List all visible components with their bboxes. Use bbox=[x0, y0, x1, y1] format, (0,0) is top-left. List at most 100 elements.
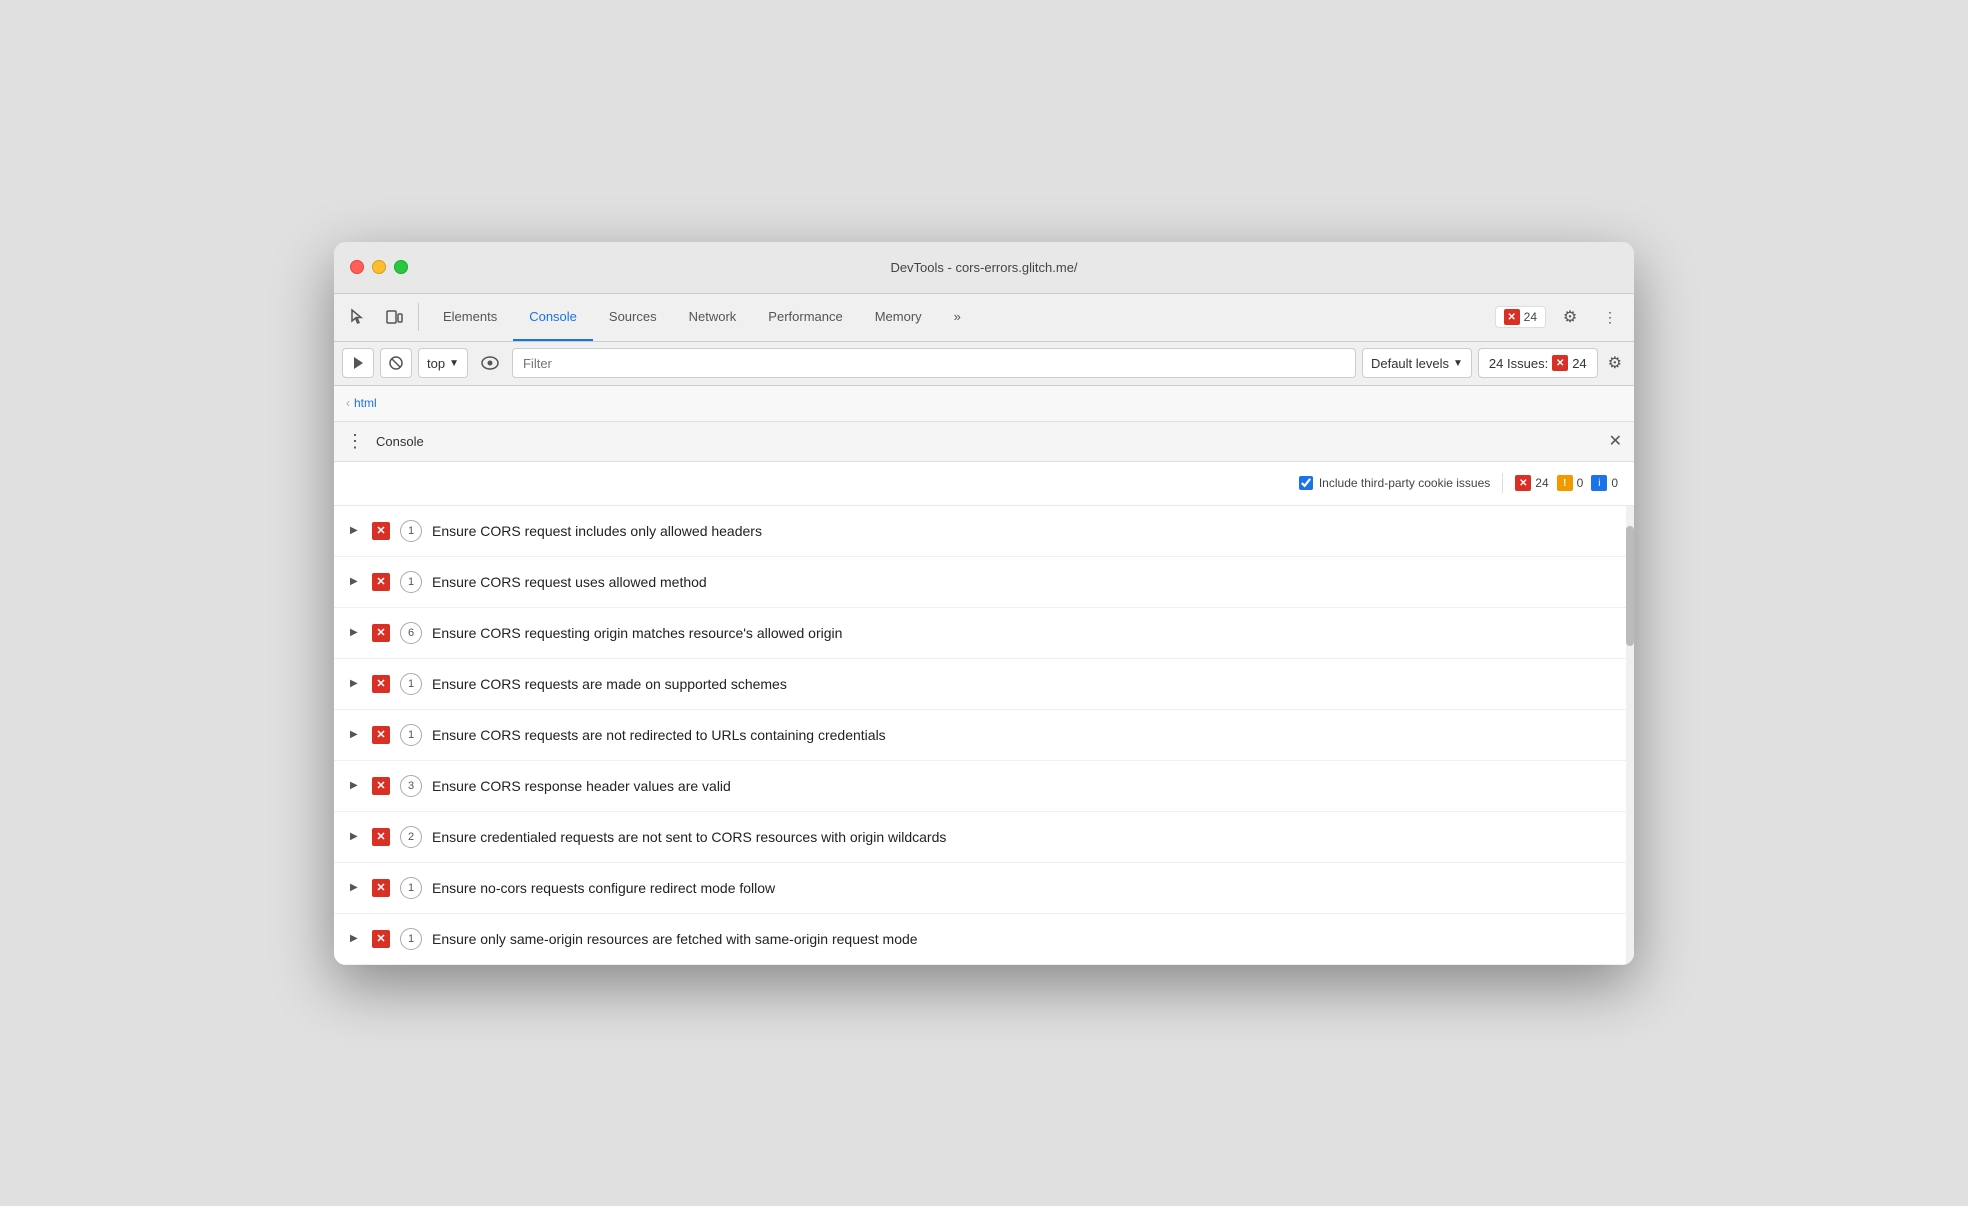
issue-row[interactable]: ▶ ✕ 6 Ensure CORS requesting origin matc… bbox=[334, 608, 1634, 659]
dropdown-arrow-icon: ▼ bbox=[449, 358, 459, 369]
levels-dropdown-arrow-icon: ▼ bbox=[1453, 358, 1463, 369]
issues-scroll-container: ▶ ✕ 1 Ensure CORS request includes only … bbox=[334, 506, 1634, 965]
issue-row[interactable]: ▶ ✕ 2 Ensure credentialed requests are n… bbox=[334, 812, 1634, 863]
tab-more[interactable]: » bbox=[938, 293, 977, 341]
clear-console-button[interactable] bbox=[342, 348, 374, 378]
tab-performance[interactable]: Performance bbox=[752, 293, 858, 341]
issue-count-badge: 1 bbox=[400, 724, 422, 746]
issue-row[interactable]: ▶ ✕ 1 Ensure CORS request includes only … bbox=[334, 506, 1634, 557]
issue-expand-arrow: ▶ bbox=[350, 780, 362, 791]
minimize-button[interactable] bbox=[372, 260, 386, 274]
cookie-issues-toggle[interactable]: Include third-party cookie issues bbox=[1299, 476, 1490, 490]
cursor-icon bbox=[349, 308, 367, 326]
error-count-text: 24 bbox=[1535, 476, 1548, 490]
issue-row[interactable]: ▶ ✕ 1 Ensure only same-origin resources … bbox=[334, 914, 1634, 965]
tab-elements[interactable]: Elements bbox=[427, 293, 513, 341]
issue-count-badge: 1 bbox=[400, 520, 422, 542]
issue-expand-arrow: ▶ bbox=[350, 627, 362, 638]
issue-error-icon: ✕ bbox=[372, 726, 390, 744]
issues-options-toolbar: Include third-party cookie issues ✕ 24 !… bbox=[334, 462, 1634, 506]
devtools-window: DevTools - cors-errors.glitch.me/ Elemen… bbox=[334, 242, 1634, 965]
issue-row[interactable]: ▶ ✕ 1 Ensure no-cors requests configure … bbox=[334, 863, 1634, 914]
console-toolbar: top ▼ Default levels ▼ 24 Issues: ✕ 24 ⚙ bbox=[334, 342, 1634, 386]
issue-count-badge: 1 bbox=[400, 673, 422, 695]
title-bar: DevTools - cors-errors.glitch.me/ bbox=[334, 242, 1634, 294]
issue-expand-arrow: ▶ bbox=[350, 729, 362, 740]
issues-badge[interactable]: ✕ 24 bbox=[1495, 306, 1546, 328]
console-settings-button[interactable]: ⚙ bbox=[1604, 349, 1626, 377]
tab-network[interactable]: Network bbox=[673, 293, 753, 341]
play-icon bbox=[350, 355, 366, 371]
header-separator bbox=[418, 303, 419, 331]
tab-memory[interactable]: Memory bbox=[859, 293, 938, 341]
issue-count-badge: 3 bbox=[400, 775, 422, 797]
issue-text: Ensure CORS response header values are v… bbox=[432, 778, 731, 794]
block-icon bbox=[388, 355, 404, 371]
device-icon bbox=[385, 308, 403, 326]
issue-expand-arrow: ▶ bbox=[350, 933, 362, 944]
issue-text: Ensure CORS requests are not redirected … bbox=[432, 727, 886, 743]
cookie-issues-checkbox[interactable] bbox=[1299, 476, 1313, 490]
devtools-header: Elements Console Sources Network Perform… bbox=[334, 294, 1634, 342]
window-title: DevTools - cors-errors.glitch.me/ bbox=[890, 260, 1077, 275]
issue-text: Ensure CORS request uses allowed method bbox=[432, 574, 707, 590]
scrollbar-thumb[interactable] bbox=[1626, 526, 1634, 646]
device-toggle-button[interactable] bbox=[378, 301, 410, 333]
info-badge-icon: i bbox=[1591, 475, 1607, 491]
more-options-button[interactable]: ⋮ bbox=[1594, 301, 1626, 333]
issues-count-text: 24 bbox=[1572, 356, 1586, 371]
issues-toolbar-separator bbox=[1502, 473, 1503, 493]
log-levels-selector[interactable]: Default levels ▼ bbox=[1362, 348, 1472, 378]
filter-input[interactable] bbox=[512, 348, 1356, 378]
header-right: ✕ 24 ⚙ ⋮ bbox=[1495, 301, 1626, 333]
maximize-button[interactable] bbox=[394, 260, 408, 274]
issues-count-pill[interactable]: 24 Issues: ✕ 24 bbox=[1478, 348, 1598, 378]
issue-text: Ensure CORS requesting origin matches re… bbox=[432, 625, 842, 641]
error-icon: ✕ bbox=[1504, 309, 1520, 325]
info-count-text: 0 bbox=[1611, 476, 1618, 490]
issue-count-badge: 6 bbox=[400, 622, 422, 644]
issue-expand-arrow: ▶ bbox=[350, 678, 362, 689]
inspect-element-button[interactable] bbox=[342, 301, 374, 333]
scrollbar-track[interactable] bbox=[1626, 506, 1634, 965]
breadcrumb-bar: ‹ html bbox=[334, 386, 1634, 422]
issue-error-icon: ✕ bbox=[372, 522, 390, 540]
tab-sources[interactable]: Sources bbox=[593, 293, 673, 341]
issues-count: 24 bbox=[1524, 310, 1537, 324]
close-button[interactable] bbox=[350, 260, 364, 274]
issue-text: Ensure only same-origin resources are fe… bbox=[432, 931, 918, 947]
issue-error-icon: ✕ bbox=[372, 624, 390, 642]
warn-count-text: 0 bbox=[1577, 476, 1584, 490]
gear-icon: ⚙ bbox=[1563, 307, 1577, 327]
console-close-button[interactable]: ✕ bbox=[1609, 431, 1622, 451]
breadcrumb-html[interactable]: html bbox=[354, 396, 377, 410]
issue-error-icon: ✕ bbox=[372, 930, 390, 948]
tab-console[interactable]: Console bbox=[513, 293, 593, 341]
settings-button[interactable]: ⚙ bbox=[1554, 301, 1586, 333]
issue-row[interactable]: ▶ ✕ 1 Ensure CORS requests are made on s… bbox=[334, 659, 1634, 710]
issue-error-icon: ✕ bbox=[372, 777, 390, 795]
issue-counts-group: ✕ 24 ! 0 i 0 bbox=[1515, 475, 1618, 491]
issue-text: Ensure CORS request includes only allowe… bbox=[432, 523, 762, 539]
issue-row[interactable]: ▶ ✕ 1 Ensure CORS request uses allowed m… bbox=[334, 557, 1634, 608]
issue-error-icon: ✕ bbox=[372, 675, 390, 693]
issue-row[interactable]: ▶ ✕ 3 Ensure CORS response header values… bbox=[334, 761, 1634, 812]
console-menu-button[interactable]: ⋮ bbox=[346, 431, 364, 452]
context-selector[interactable]: top ▼ bbox=[418, 348, 468, 378]
console-panel-header: ⋮ Console ✕ bbox=[334, 422, 1634, 462]
issue-expand-arrow: ▶ bbox=[350, 576, 362, 587]
issue-text: Ensure credentialed requests are not sen… bbox=[432, 829, 946, 845]
issue-count-badge: 1 bbox=[400, 877, 422, 899]
issue-text: Ensure CORS requests are made on support… bbox=[432, 676, 787, 692]
block-button[interactable] bbox=[380, 348, 412, 378]
issue-count-badge: 1 bbox=[400, 571, 422, 593]
issue-row[interactable]: ▶ ✕ 1 Ensure CORS requests are not redir… bbox=[334, 710, 1634, 761]
warn-count-badge: ! 0 bbox=[1557, 475, 1584, 491]
issue-count-badge: 1 bbox=[400, 928, 422, 950]
main-content: ⋮ Console ✕ Include third-party cookie i… bbox=[334, 422, 1634, 965]
issue-expand-arrow: ▶ bbox=[350, 882, 362, 893]
show-issues-button[interactable] bbox=[474, 348, 506, 378]
issue-count-badge: 2 bbox=[400, 826, 422, 848]
breadcrumb-back-icon: ‹ bbox=[346, 396, 350, 410]
warn-badge-icon: ! bbox=[1557, 475, 1573, 491]
